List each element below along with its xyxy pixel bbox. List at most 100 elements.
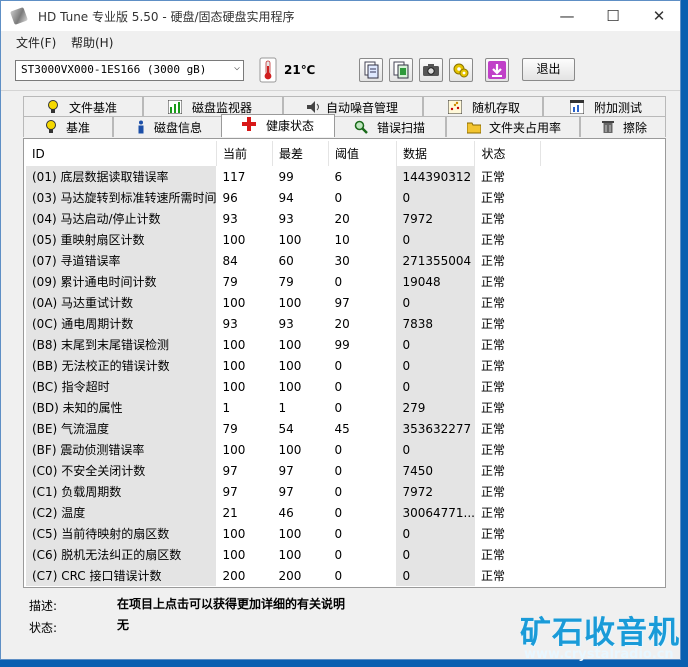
cell-worst: 100 [278,337,302,352]
exit-button[interactable]: 退出 [522,58,575,81]
cell-current: 21 [222,505,238,520]
cell-data: 0 [396,439,475,460]
cell-attribute: (BF) 震动侦测错误率 [26,439,217,460]
cell-data: 271355004 [396,250,475,271]
options-icon [453,63,469,78]
tab-health[interactable]: 健康状态 [221,114,335,137]
tab-label: 错误扫描 [377,121,426,135]
table-row[interactable]: (BC) 指令超时 100 100 0 0 正常 [26,376,541,397]
table-row[interactable]: (C2) 温度 21 46 0 30064771... 正常 [26,502,541,523]
tab-disk-info[interactable]: 磁盘信息 [113,116,223,137]
close-button[interactable]: ✕ [636,1,682,31]
table-row[interactable]: (05) 重映射扇区计数 100 100 10 0 正常 [26,229,541,250]
table-row[interactable]: (C7) CRC 接口错误计数 200 200 0 0 正常 [26,565,541,586]
column-header-data[interactable]: 数据 [396,141,476,166]
folder-icon [467,122,481,134]
cell-worst: 97 [278,463,294,478]
tab-extra-tests[interactable]: 附加测试 [543,96,666,117]
drive-select[interactable]: ST3000VX000-1ES166 (3000 gB) ⌵ [15,60,244,81]
cell-data: 0 [396,544,475,565]
cell-worst: 100 [278,526,302,541]
cell-status: 正常 [480,317,505,331]
cell-current: 200 [222,568,246,583]
menu-help[interactable]: 帮助(H) [71,34,113,51]
tab-erase[interactable]: 擦除 [580,116,666,137]
cell-attribute: (C5) 当前待映射的扇区数 [26,523,217,544]
cell-worst: 100 [278,232,302,247]
table-row[interactable]: (BF) 震动侦测错误率 100 100 0 0 正常 [26,439,541,460]
info-icon [138,120,144,134]
cell-status: 正常 [480,527,505,541]
cell-status: 正常 [480,464,505,478]
cell-threshold: 0 [334,547,343,562]
cell-worst: 79 [278,274,294,289]
table-row[interactable]: (C1) 负载周期数 97 97 0 7972 正常 [26,481,541,502]
title-bar: HD Tune 专业版 5.50 - 硬盘/固态硬盘实用程序 — ☐ ✕ [1,1,680,31]
menu-file[interactable]: 文件(F) [16,34,56,51]
cell-current: 100 [222,526,246,541]
bulb-icon [46,120,56,133]
table-row[interactable]: (04) 马达启动/停止计数 93 93 20 7972 正常 [26,208,541,229]
table-row[interactable]: (B8) 末尾到末尾错误检测 100 100 99 0 正常 [26,334,541,355]
tab-random-access[interactable]: 随机存取 [423,96,543,117]
table-row[interactable]: (0C) 通电周期计数 93 93 20 7838 正常 [26,313,541,334]
cell-attribute: (09) 累计通电时间计数 [26,271,217,292]
tab-label: 基准 [66,121,91,135]
tab-label: 附加测试 [594,101,643,115]
cell-data: 0 [396,523,475,544]
column-header-threshold[interactable]: 阈值 [328,141,397,166]
cell-current: 100 [222,295,246,310]
cell-threshold: 0 [334,484,343,499]
copy-info-button[interactable] [389,58,413,82]
cell-data: 7450 [396,460,475,481]
table-row[interactable]: (0A) 马达重试计数 100 100 97 0 正常 [26,292,541,313]
column-header-worst[interactable]: 最差 [272,141,329,166]
cell-attribute: (04) 马达启动/停止计数 [26,208,217,229]
table-row[interactable]: (03) 马达旋转到标准转速所需时间 96 94 0 0 正常 [26,187,541,208]
cell-current: 96 [222,190,238,205]
cell-worst: 60 [278,253,294,268]
tab-label: 文件基准 [69,101,118,115]
options-button[interactable] [449,58,473,82]
table-row[interactable]: (09) 累计通电时间计数 79 79 0 19048 正常 [26,271,541,292]
cell-threshold: 0 [334,526,343,541]
table-row[interactable]: (C0) 不安全关闭计数 97 97 0 7450 正常 [26,460,541,481]
table-row[interactable]: (BB) 无法校正的错误计数 100 100 0 0 正常 [26,355,541,376]
cell-status: 正常 [480,443,505,457]
toolbar: ST3000VX000-1ES166 (3000 gB) ⌵ 21℃ 退出 [1,51,680,91]
cell-threshold: 97 [334,295,350,310]
tab-label: 磁盘信息 [154,121,203,135]
table-row[interactable]: (C6) 脱机无法纠正的扇区数 100 100 0 0 正常 [26,544,541,565]
cell-data: 353632277 [396,418,475,439]
tab-error-scan[interactable]: 错误扫描 [333,116,446,137]
column-header-current[interactable]: 当前 [216,141,273,166]
column-header-id[interactable]: ID [26,141,217,166]
cell-data: 19048 [396,271,475,292]
cell-threshold: 0 [334,568,343,583]
maximize-button[interactable]: ☐ [590,1,636,31]
column-header-status[interactable]: 状态 [474,141,542,166]
cell-status: 正常 [480,338,505,352]
minimize-button[interactable]: — [544,1,590,31]
tab-folder-usage[interactable]: 文件夹占用率 [446,116,580,137]
cell-worst: 54 [278,421,294,436]
cell-current: 100 [222,337,246,352]
speaker-icon [307,101,319,113]
copy-text-button[interactable] [359,58,383,82]
screenshot-button[interactable] [419,58,443,82]
tab-benchmark[interactable]: 基准 [23,116,113,137]
cell-attribute: (BB) 无法校正的错误计数 [26,355,217,376]
table-row[interactable]: (C5) 当前待映射的扇区数 100 100 0 0 正常 [26,523,541,544]
cell-worst: 46 [278,505,294,520]
cell-threshold: 20 [334,316,350,331]
cell-threshold: 0 [334,442,343,457]
tab-file-benchmark[interactable]: 文件基准 [23,96,143,117]
drive-select-value: ST3000VX000-1ES166 (3000 gB) [21,63,207,76]
cell-status: 正常 [480,359,505,373]
table-row[interactable]: (BE) 气流温度 79 54 45 353632277 正常 [26,418,541,439]
cell-data: 7972 [396,208,475,229]
table-row[interactable]: (07) 寻道错误率 84 60 30 271355004 正常 [26,250,541,271]
table-row[interactable]: (BD) 未知的属性 1 1 0 279 正常 [26,397,541,418]
save-button[interactable] [485,58,509,82]
table-row[interactable]: (01) 底层数据读取错误率 117 99 6 144390312 正常 [26,166,541,187]
